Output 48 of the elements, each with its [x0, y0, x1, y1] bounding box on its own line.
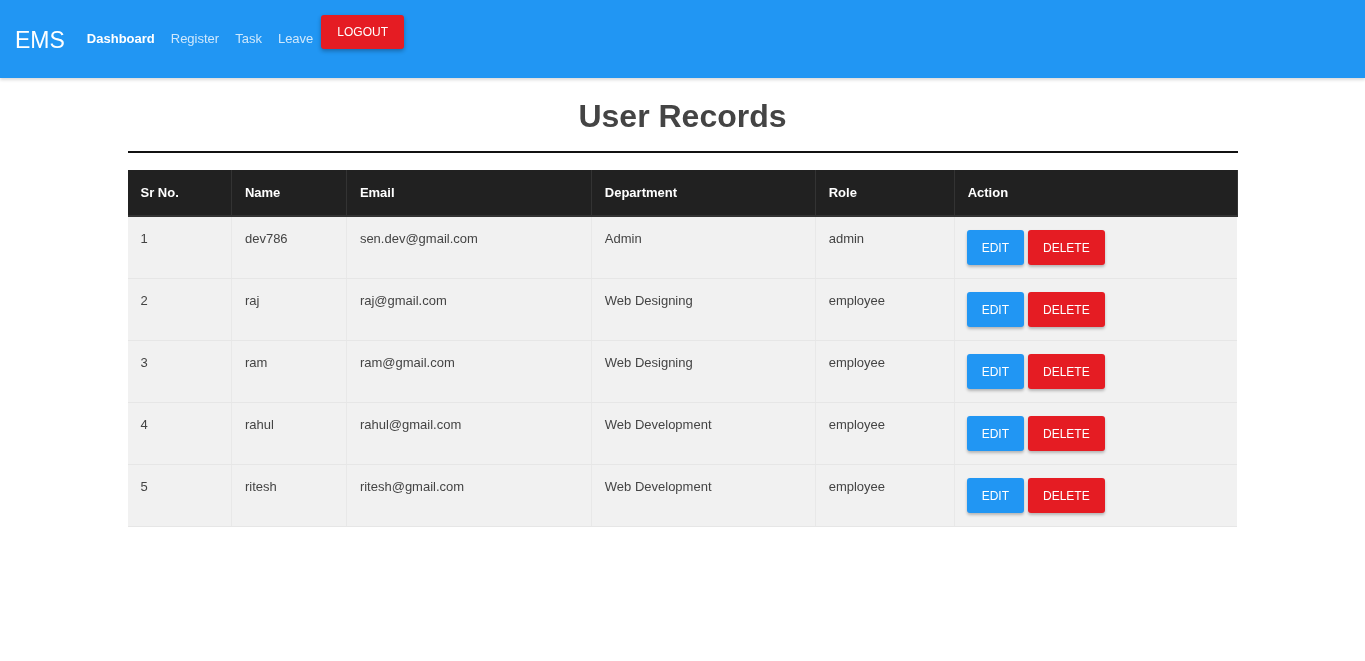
nav-link[interactable]: Dashboard	[86, 31, 155, 46]
table-cell: raj	[231, 278, 347, 341]
delete-button[interactable]: DELETE	[1027, 354, 1105, 389]
column-header: Email	[346, 170, 592, 216]
table-cell: Web Development	[591, 464, 816, 527]
table-cell: raj@gmail.com	[346, 278, 592, 341]
table-cell: Web Designing	[591, 340, 816, 403]
table-cell: sen.dev@gmail.com	[346, 216, 592, 279]
table-cell: employee	[815, 340, 955, 403]
table-cell: admin	[815, 216, 955, 279]
delete-button[interactable]: DELETE	[1027, 416, 1105, 451]
table-cell: 1	[127, 216, 232, 279]
table-cell: 2	[127, 278, 232, 341]
delete-button[interactable]: DELETE	[1027, 230, 1105, 265]
nav-link[interactable]: Register	[170, 31, 220, 46]
column-header: Action	[954, 170, 1237, 216]
table-cell: Web Development	[591, 402, 816, 465]
edit-button[interactable]: EDIT	[966, 478, 1024, 513]
table-cell: employee	[815, 464, 955, 527]
column-header: Sr No.	[127, 170, 232, 216]
table-cell: dev786	[231, 216, 347, 279]
table-cell: Web Designing	[591, 278, 816, 341]
table-cell: Admin	[591, 216, 816, 279]
column-header: Department	[591, 170, 816, 216]
table-cell: 4	[127, 402, 232, 465]
delete-button[interactable]: DELETE	[1027, 478, 1105, 513]
table-cell: ram@gmail.com	[346, 340, 592, 403]
table-cell: employee	[815, 402, 955, 465]
table-cell: rahul	[231, 402, 347, 465]
edit-button[interactable]: EDIT	[966, 416, 1024, 451]
nav-link[interactable]: Leave	[277, 31, 314, 46]
table-cell: employee	[815, 278, 955, 341]
column-header: Role	[815, 170, 955, 216]
nav-link[interactable]: Task	[235, 31, 262, 46]
table-cell: 5	[127, 464, 232, 527]
table-cell: rahul@gmail.com	[346, 402, 592, 465]
edit-button[interactable]: EDIT	[966, 230, 1024, 265]
column-header: Name	[231, 170, 347, 216]
page-title: User Records	[127, 78, 1238, 153]
delete-button[interactable]: DELETE	[1027, 292, 1105, 327]
edit-button[interactable]: EDIT	[966, 354, 1024, 389]
table-cell: ritesh@gmail.com	[346, 464, 592, 527]
table-cell: ram	[231, 340, 347, 403]
table-cell: 3	[127, 340, 232, 403]
brand-logo[interactable]: EMS	[15, 27, 65, 54]
table-cell: ritesh	[231, 464, 347, 527]
edit-button[interactable]: EDIT	[966, 292, 1024, 327]
logout-button[interactable]: LOGOUT	[321, 15, 404, 49]
